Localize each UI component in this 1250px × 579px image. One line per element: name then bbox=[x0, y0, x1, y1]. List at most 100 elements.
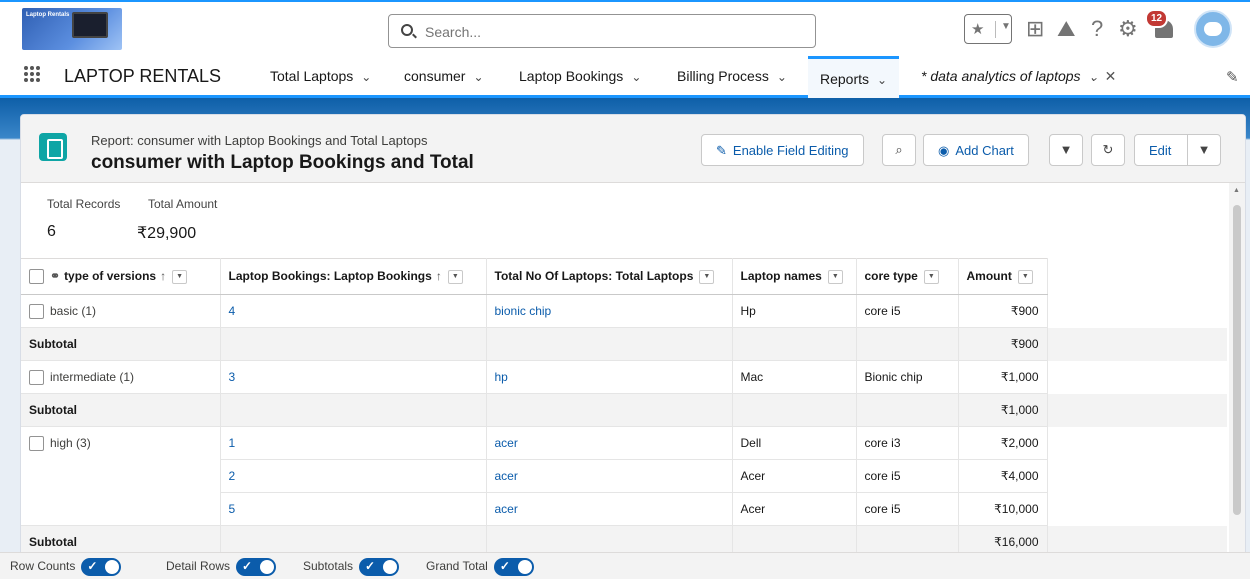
total-laptops-link[interactable]: acer bbox=[486, 459, 733, 493]
report-panel: Report: consumer with Laptop Bookings an… bbox=[20, 114, 1246, 579]
chevron-down-icon[interactable]: ⌄ bbox=[361, 70, 371, 84]
total-laptops-link[interactable]: acer bbox=[486, 492, 733, 526]
setup-gear-icon[interactable]: ⚙ bbox=[1118, 16, 1138, 42]
enable-field-editing-button[interactable]: ✎ Enable Field Editing bbox=[701, 134, 864, 166]
laptop-name-cell: Dell bbox=[732, 426, 857, 460]
row-checkbox[interactable] bbox=[29, 304, 44, 320]
column-header-core-type[interactable]: core type ▼ bbox=[856, 258, 959, 295]
close-icon[interactable]: ✕ bbox=[1105, 68, 1117, 84]
toggle-switch[interactable] bbox=[236, 558, 277, 576]
chevron-down-icon[interactable]: ⌄ bbox=[631, 70, 641, 84]
detail-rows-toggle[interactable]: Detail Rows bbox=[166, 558, 277, 576]
chevron-down-icon[interactable]: ⌄ bbox=[1089, 70, 1099, 84]
table-row: basic (1) 4 bionic chip Hp core i5 ₹900 bbox=[21, 294, 1227, 328]
booking-link[interactable]: 2 bbox=[220, 459, 487, 493]
laptop-name-cell: Hp bbox=[732, 294, 857, 328]
core-type-cell: core i5 bbox=[856, 492, 959, 526]
tab-total-laptops[interactable]: Total Laptops ⌄ bbox=[270, 68, 371, 84]
group-cell[interactable]: intermediate (1) bbox=[21, 360, 221, 394]
report-footer: Row Counts Detail Rows Subtotals Grand T… bbox=[0, 552, 1250, 579]
edit-menu-button[interactable]: ▼ bbox=[1187, 134, 1221, 166]
core-type-cell: core i5 bbox=[856, 459, 959, 493]
chevron-down-icon[interactable]: ▼ bbox=[447, 269, 463, 284]
scrollbar-thumb[interactable] bbox=[1233, 205, 1241, 515]
edit-button[interactable]: Edit bbox=[1134, 134, 1188, 166]
user-avatar[interactable] bbox=[1194, 10, 1232, 48]
report-header: Report: consumer with Laptop Bookings an… bbox=[21, 115, 1245, 183]
group-cell[interactable]: high (3) bbox=[21, 426, 221, 526]
favorites-button[interactable]: ★ ▼ bbox=[964, 14, 1012, 44]
total-laptops-link[interactable]: bionic chip bbox=[486, 294, 733, 328]
booking-link[interactable]: 5 bbox=[220, 492, 487, 526]
table-row: high (3) 1 acer Dell core i3 ₹2,000 bbox=[21, 426, 1227, 526]
core-type-cell: Bionic chip bbox=[856, 360, 959, 394]
add-icon[interactable]: ⊞ bbox=[1026, 16, 1044, 42]
amount-cell: ₹2,000 bbox=[958, 426, 1048, 460]
total-laptops-link[interactable]: acer bbox=[486, 426, 733, 460]
chevron-down-icon[interactable]: ▼ bbox=[172, 269, 188, 284]
chevron-down-icon[interactable]: ▼ bbox=[995, 21, 1011, 38]
total-laptops-link[interactable]: hp bbox=[486, 360, 733, 394]
row-counts-toggle[interactable]: Row Counts bbox=[10, 558, 122, 576]
tab-reports[interactable]: Reports ⌄ bbox=[808, 56, 900, 98]
tab-billing-process[interactable]: Billing Process ⌄ bbox=[677, 68, 787, 84]
row-checkbox[interactable] bbox=[29, 370, 44, 386]
booking-link[interactable]: 4 bbox=[220, 294, 487, 328]
search-placeholder: Search... bbox=[425, 24, 482, 40]
filter-button[interactable]: ▼ bbox=[1049, 134, 1083, 166]
sort-ascending-icon: ↑ bbox=[160, 268, 167, 283]
sort-ascending-icon: ↑ bbox=[435, 269, 442, 284]
chevron-down-icon[interactable]: ▼ bbox=[827, 269, 843, 284]
column-header-laptop-bookings[interactable]: Laptop Bookings: Laptop Bookings ↑ ▼ bbox=[220, 258, 487, 295]
chevron-down-icon[interactable]: ▼ bbox=[699, 269, 715, 284]
app-logo[interactable]: Laptop Rentals bbox=[22, 8, 122, 50]
table-header-row: ⚭ type of versions ↑ ▼ Laptop Bookings: Lap… bbox=[21, 258, 1227, 295]
app-launcher-icon[interactable] bbox=[24, 66, 40, 82]
subtotals-toggle[interactable]: Subtotals bbox=[303, 558, 400, 576]
row-checkbox[interactable] bbox=[29, 436, 44, 452]
toggle-switch[interactable] bbox=[359, 558, 400, 576]
chevron-down-icon[interactable]: ▼ bbox=[1017, 269, 1033, 284]
toggle-switch[interactable] bbox=[493, 558, 534, 576]
chevron-down-icon[interactable]: ▼ bbox=[923, 269, 939, 284]
chevron-down-icon[interactable]: ⌄ bbox=[777, 70, 787, 84]
group-cell[interactable]: basic (1) bbox=[21, 294, 221, 328]
notification-badge: 12 bbox=[1145, 9, 1169, 28]
column-header-amount[interactable]: Amount ▼ bbox=[958, 258, 1048, 295]
pencil-icon[interactable]: ✎ bbox=[1226, 68, 1239, 86]
column-header-type-of-versions[interactable]: ⚭ type of versions ↑ ▼ bbox=[21, 258, 221, 295]
app-name: LAPTOP RENTALS bbox=[64, 66, 222, 86]
booking-link[interactable]: 3 bbox=[220, 360, 487, 394]
refresh-icon: ↻ bbox=[1102, 142, 1114, 157]
group-icon: ⚭ bbox=[50, 268, 61, 283]
global-header: Laptop Rentals Search... ★ ▼ ⊞ ⛰ ? ⚙ 12 bbox=[0, 0, 1250, 56]
amount-cell: ₹1,000 bbox=[958, 360, 1048, 394]
trailhead-icon[interactable]: ⛰ bbox=[1057, 16, 1075, 42]
total-amount-label: Total Amount bbox=[148, 197, 218, 211]
refresh-button[interactable]: ↻ bbox=[1091, 134, 1125, 166]
help-icon[interactable]: ? bbox=[1091, 16, 1103, 42]
subtotal-label: Subtotal bbox=[21, 393, 221, 427]
toggle-switch[interactable] bbox=[81, 558, 122, 576]
tab-consumer[interactable]: consumer ⌄ bbox=[404, 68, 484, 84]
tab-laptop-bookings[interactable]: Laptop Bookings ⌄ bbox=[519, 68, 641, 84]
chevron-down-icon[interactable]: ⌄ bbox=[877, 73, 887, 87]
scroll-up-icon[interactable]: ▲ bbox=[1233, 187, 1240, 194]
search-icon: ⌕ bbox=[895, 142, 903, 157]
favorites-star-icon: ★ bbox=[971, 21, 985, 38]
grand-total-toggle[interactable]: Grand Total bbox=[426, 558, 534, 576]
booking-link[interactable]: 1 bbox=[220, 426, 487, 460]
global-search-input[interactable]: Search... bbox=[388, 14, 816, 48]
vertical-scrollbar[interactable]: ▲ ▼ bbox=[1229, 183, 1245, 579]
column-header-total-laptops[interactable]: Total No Of Laptops: Total Laptops ▼ bbox=[486, 258, 733, 295]
chevron-down-icon[interactable]: ⌄ bbox=[473, 70, 483, 84]
select-all-checkbox[interactable] bbox=[29, 269, 44, 285]
column-header-laptop-names[interactable]: Laptop names ▼ bbox=[732, 258, 857, 295]
laptop-name-cell: Acer bbox=[732, 459, 857, 493]
tab-data-analytics-of-laptops[interactable]: * data analytics of laptops ⌄ ✕ bbox=[921, 68, 1116, 85]
core-type-cell: core i5 bbox=[856, 294, 959, 328]
search-report-button[interactable]: ⌕ bbox=[882, 134, 916, 166]
add-chart-button[interactable]: ◉ Add Chart bbox=[923, 134, 1029, 166]
amount-cell: ₹4,000 bbox=[958, 459, 1048, 493]
subtotal-amount: ₹1,000 bbox=[958, 393, 1048, 427]
